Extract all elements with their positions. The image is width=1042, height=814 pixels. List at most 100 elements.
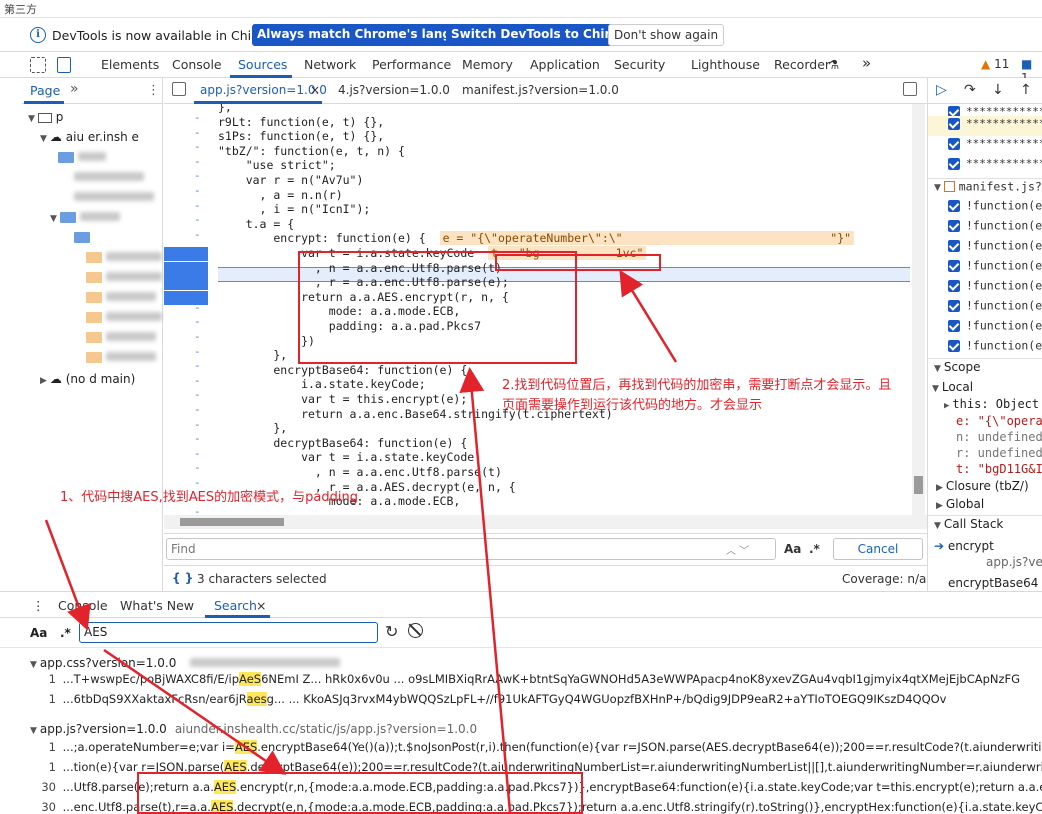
code-line[interactable]: t.a = {	[218, 217, 294, 232]
gutter-line-marker[interactable]: -	[194, 199, 201, 212]
scope-section[interactable]: ▼ Scope	[928, 358, 1042, 376]
breakpoint-row[interactable]: !function(e	[928, 218, 1042, 238]
call-frame-encryptbase64[interactable]: encryptBase64	[948, 576, 1038, 590]
breakpoint-checkbox[interactable]	[948, 339, 960, 352]
breakpoint-row[interactable]: !function(e	[928, 258, 1042, 278]
breakpoint-checkbox[interactable]	[948, 319, 960, 332]
find-cancel-button[interactable]: Cancel	[833, 538, 923, 560]
editor-vertical-scrollbar[interactable]	[912, 104, 925, 515]
search-result-line[interactable]: 1 ...6tbDqS9XXaktaxFcRsn/ear6jRaesg... .…	[36, 692, 1042, 706]
scroll-thumb[interactable]	[180, 518, 284, 526]
close-search-tab-icon[interactable]: ×	[256, 598, 266, 613]
step-out-icon[interactable]: ↑	[1020, 82, 1032, 98]
scope-local[interactable]: ▼ Local	[932, 380, 973, 394]
resume-icon[interactable]: ▷	[936, 82, 947, 98]
code-line[interactable]: encrypt: function(e) { e = "{\"operateNu…	[218, 231, 855, 246]
breakpoint-checkbox[interactable]	[948, 157, 960, 170]
tab-sources[interactable]: Sources	[238, 57, 287, 72]
breakpoint-row[interactable]: **************	[928, 116, 1042, 136]
code-line[interactable]: "use strict";	[218, 158, 336, 173]
gutter-line-marker[interactable]: -	[194, 213, 201, 226]
tab-application[interactable]: Application	[530, 57, 600, 72]
call-frame-encrypt[interactable]: ➔ encrypt	[934, 539, 994, 553]
scope-var-n[interactable]: n: undefined	[956, 430, 1042, 444]
line-gutter[interactable]: ----------------------------	[164, 104, 218, 518]
tab-elements[interactable]: Elements	[101, 57, 159, 72]
dont-show-again-button[interactable]: Don't show again	[608, 24, 725, 46]
scroll-thumb[interactable]	[914, 476, 923, 494]
tree-item-domain[interactable]: ▼ ☁ aiu er.insh e	[40, 130, 139, 144]
breakpoint-row[interactable]: **************	[928, 104, 1042, 116]
gutter-line-marker[interactable]: -	[194, 345, 201, 358]
code-line[interactable]: , n = a.a.enc.Utf8.parse(t)	[218, 465, 502, 480]
gutter-line-marker[interactable]: -	[194, 447, 201, 460]
breakpoint-checkbox[interactable]	[948, 239, 960, 252]
scope-var-r[interactable]: r: undefined	[956, 446, 1042, 460]
drawer-tab-whats-new[interactable]: What's New	[120, 598, 194, 613]
search-result-line[interactable]: 1 ...;a.operateNumber=e;var i=AES.encryp…	[36, 740, 1042, 754]
code-line[interactable]: , i = n("IcnI");	[218, 202, 371, 217]
code-line[interactable]: encryptBase64: function(e) {	[218, 363, 467, 378]
find-nav-arrows-icon[interactable]: ︿ ﹀	[726, 542, 749, 557]
scope-closure[interactable]: ▶ Closure (tbZ/)	[936, 479, 1029, 493]
gutter-line-marker[interactable]: -	[194, 228, 201, 241]
match-case-button[interactable]: Aa	[784, 542, 801, 556]
tree-folder[interactable]	[58, 150, 106, 164]
tree-folder[interactable]	[74, 230, 90, 244]
gutter-line-marker[interactable]: -	[194, 330, 201, 343]
breakpoint-row[interactable]: !function(e	[928, 318, 1042, 338]
tree-file[interactable]	[86, 250, 162, 264]
gutter-line-marker[interactable]: -	[194, 403, 201, 416]
code-line[interactable]: s1Ps: function(e, t) {},	[218, 129, 384, 144]
search-result-line[interactable]: 1 ...T+wswpEc/poBjWAXC8fi/E/ipAeS6NEmI Z…	[36, 672, 1042, 686]
inspect-element-icon[interactable]	[30, 57, 46, 73]
search-match-case-button[interactable]: Aa	[30, 626, 47, 640]
code-line[interactable]: },	[218, 104, 232, 115]
breakpoint-row[interactable]: !function(e	[928, 198, 1042, 218]
gutter-line-marker[interactable]: -	[194, 155, 201, 168]
breakpoint-row[interactable]: !function(e	[928, 278, 1042, 298]
tree-item-no-domain[interactable]: ▶ ☁ (no d main)	[40, 372, 135, 386]
scope-var-this[interactable]: ▶ this: Object	[944, 397, 1039, 411]
scope-var-e[interactable]: e: "{\"operate	[956, 414, 1042, 428]
navigator-menu-icon[interactable]: ⋮	[147, 83, 160, 98]
gutter-line-marker[interactable]: -	[194, 140, 201, 153]
clear-search-icon[interactable]	[408, 623, 423, 638]
tree-file[interactable]	[86, 290, 156, 304]
regex-button[interactable]: .*	[809, 542, 820, 556]
navigator-tab-page[interactable]: Page	[30, 83, 60, 98]
tree-file[interactable]	[74, 190, 154, 204]
call-frame-file[interactable]: app.js?vers	[986, 555, 1042, 569]
code-line[interactable]: },	[218, 348, 287, 363]
step-over-icon[interactable]: ↷	[964, 82, 976, 98]
find-input[interactable]: Find	[166, 538, 776, 560]
breakpoint-checkbox[interactable]	[948, 279, 960, 292]
editor-tab-4-js[interactable]: 4.js?version=1.0.0	[338, 83, 450, 97]
breakpoint-row[interactable]: **************	[928, 136, 1042, 156]
breakpoint-checkbox[interactable]	[948, 137, 960, 150]
breakpoint-marker[interactable]	[164, 276, 208, 291]
breakpoint-file-manifest[interactable]: ▼ manifest.js?ve	[928, 178, 1042, 198]
breakpoint-checkbox[interactable]	[948, 105, 960, 116]
code-line[interactable]: "tbZ/": function(e, t, n) {	[218, 144, 405, 159]
gutter-line-marker[interactable]: -	[194, 126, 201, 139]
breakpoint-marker[interactable]	[164, 247, 208, 261]
editor-tab-app-js[interactable]: app.js?version=1.0.0	[200, 83, 327, 97]
breakpoint-marker[interactable]	[164, 290, 208, 305]
tab-console[interactable]: Console	[172, 57, 222, 72]
code-line[interactable]: var t = i.a.state.keyCode	[218, 450, 474, 465]
gutter-line-marker[interactable]: -	[194, 461, 201, 474]
drawer-menu-icon[interactable]: ⋮	[32, 598, 45, 613]
toggle-navigator-icon[interactable]	[172, 82, 186, 96]
code-line[interactable]: , a = n.n(r)	[218, 188, 343, 203]
scope-global[interactable]: ▶ Global	[936, 497, 984, 511]
gutter-line-marker[interactable]: -	[194, 315, 201, 328]
gutter-line-marker[interactable]: -	[194, 359, 201, 372]
gutter-line-marker[interactable]: -	[194, 111, 201, 124]
tab-network[interactable]: Network	[304, 57, 356, 72]
code-line[interactable]: i.a.state.keyCode;	[218, 377, 426, 392]
breakpoint-row[interactable]: **************	[928, 156, 1042, 176]
breakpoint-checkbox[interactable]	[948, 259, 960, 272]
drawer-tab-search[interactable]: Search	[214, 598, 257, 613]
tree-file[interactable]	[86, 310, 162, 324]
